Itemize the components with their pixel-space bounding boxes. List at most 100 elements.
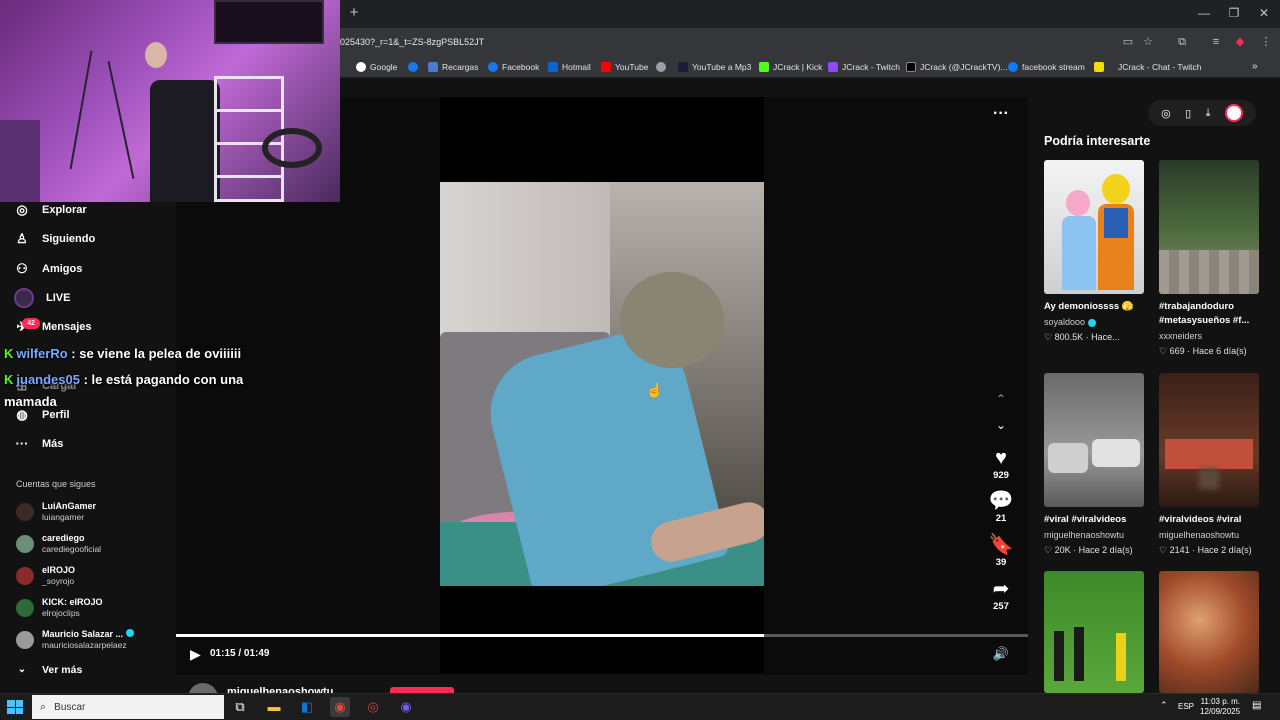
- bookmark-recargas[interactable]: Recargas: [428, 60, 478, 74]
- notifications-icon[interactable]: ▤: [1252, 700, 1261, 711]
- save-button[interactable]: 🔖 39: [986, 533, 1016, 568]
- webcam-overlay: [0, 0, 340, 202]
- tray-overflow-icon[interactable]: ⌃: [1160, 700, 1168, 711]
- restore-icon[interactable]: ❐: [1222, 4, 1246, 22]
- share-button[interactable]: ➦ 257: [986, 577, 1016, 612]
- bookmark-facebook[interactable]: Facebook: [488, 60, 539, 74]
- avatar: [16, 631, 34, 649]
- bookmark-facebook-stream[interactable]: facebook stream: [1008, 60, 1085, 74]
- video-thumbnail[interactable]: [1044, 373, 1144, 507]
- bookmark-jcrack-x[interactable]: JCrack (@JCrackTV)...: [906, 60, 1008, 74]
- taskbar-search[interactable]: ⌕ Buscar: [32, 695, 224, 719]
- recommended-card[interactable]: #viralvideos #viral miguelhenaoshowtu ♡ …: [1159, 373, 1259, 557]
- play-icon[interactable]: ▶: [190, 646, 206, 662]
- nav-live[interactable]: LIVE: [14, 287, 70, 309]
- chrome-icon[interactable]: ◉: [330, 697, 350, 717]
- bookmark-jcrack-twitch[interactable]: JCrack - Twitch: [828, 60, 900, 74]
- kick-icon: K: [4, 346, 14, 361]
- phone-icon[interactable]: ▯: [1185, 107, 1191, 120]
- coins-icon[interactable]: ◎: [1161, 107, 1171, 120]
- bookmark-hotmail[interactable]: Hotmail: [548, 60, 591, 74]
- url-field[interactable]: 025430?_r=1&_t=ZS-8zgPSBL52JT: [336, 32, 1216, 52]
- recommended-card[interactable]: #trabajandoduro #metasysueños #f... xxxn…: [1159, 160, 1259, 358]
- app-icon[interactable]: ◉: [396, 697, 416, 717]
- obs-icon[interactable]: ◎: [363, 697, 383, 717]
- recommended-card[interactable]: Ay demoniossss 🫣 soyaldooo ♡ 800.5K · Ha…: [1044, 160, 1144, 344]
- bookmark-jcrack-kick[interactable]: JCrack | Kick: [759, 60, 822, 74]
- hotmail-icon: [548, 62, 558, 72]
- video-thumbnail[interactable]: [1044, 571, 1144, 693]
- video-content[interactable]: [440, 182, 764, 586]
- avatar: [16, 503, 34, 521]
- nav-explore[interactable]: ◎ Explorar: [14, 199, 86, 221]
- comment-button[interactable]: 💬 21: [986, 489, 1016, 524]
- extensions-icon[interactable]: ⧉: [1174, 34, 1190, 50]
- heart-icon: ♥: [995, 447, 1007, 469]
- progress-fill: [176, 634, 764, 637]
- video-thumbnail[interactable]: [1044, 160, 1144, 294]
- bookmark-facebook-icon-only[interactable]: [408, 60, 418, 74]
- new-tab-button[interactable]: +: [346, 5, 362, 21]
- close-icon[interactable]: ✕: [1252, 4, 1276, 22]
- bookmark-google[interactable]: Google: [356, 60, 397, 74]
- keyboard-language[interactable]: ESP: [1178, 702, 1194, 711]
- profile-avatar-icon[interactable]: [1224, 104, 1243, 122]
- clock[interactable]: 11:03 p. m. 12/09/2025: [1200, 697, 1240, 717]
- bookmark-globe[interactable]: [656, 60, 666, 74]
- windows-start-icon[interactable]: [7, 700, 23, 714]
- compass-icon: ◎: [16, 202, 28, 217]
- comment-icon: 💬: [988, 490, 1014, 512]
- video-thumbnail[interactable]: [1159, 373, 1259, 507]
- previous-video-icon[interactable]: ⌃: [992, 392, 1010, 408]
- avatar: [16, 567, 34, 585]
- verified-icon: [125, 629, 134, 637]
- task-view-icon[interactable]: ⧉: [230, 697, 250, 717]
- bookmarks-overflow-icon[interactable]: »: [1252, 60, 1258, 74]
- kick-icon: [759, 62, 769, 72]
- volume-icon[interactable]: 🔊: [992, 646, 1010, 662]
- followed-account[interactable]: LuiAnGamer luiangamer: [16, 498, 96, 526]
- bookmark-jcrack-chat-twitch[interactable]: JCrack - Chat - Twitch: [1094, 60, 1201, 74]
- followed-account[interactable]: KICK: elROJO elrojoclips: [16, 594, 103, 622]
- bookmark-icon: 🔖: [988, 534, 1014, 556]
- like-button[interactable]: ♥ 929: [986, 446, 1016, 481]
- minimize-icon[interactable]: —: [1192, 4, 1216, 22]
- followed-account[interactable]: carediego carediegooficial: [16, 530, 101, 558]
- download-icon[interactable]: ⤓: [1206, 107, 1211, 120]
- kebab-menu-icon[interactable]: ⋮: [1258, 34, 1274, 50]
- cast-icon[interactable]: ▭: [1120, 34, 1136, 50]
- profile-extension-icon[interactable]: ◆: [1232, 34, 1248, 50]
- bookmark-youtube-mp3[interactable]: YouTube a Mp3: [678, 60, 751, 74]
- avatar: [16, 535, 34, 553]
- twitch-icon: [828, 62, 838, 72]
- video-thumbnail[interactable]: [1159, 571, 1259, 693]
- nav-more[interactable]: ··· Más: [14, 433, 64, 455]
- see-more-button[interactable]: ⌄ Ver más: [14, 659, 83, 681]
- recommended-card[interactable]: #viral #viralvideos miguelhenaoshowtu ♡ …: [1044, 373, 1144, 557]
- bookmark-youtube[interactable]: YouTube: [601, 60, 648, 74]
- video-thumbnail[interactable]: [1159, 160, 1259, 294]
- next-video-icon[interactable]: ⌄: [992, 418, 1010, 434]
- star-icon[interactable]: ☆: [1140, 34, 1156, 50]
- cursor-hand-icon: ☝: [646, 382, 664, 398]
- chat-message: KwilferRo : se viene la pelea de oviiiii…: [4, 346, 242, 361]
- more-icon: ···: [15, 436, 29, 451]
- recommended-card[interactable]: [1044, 571, 1144, 693]
- media-icon[interactable]: ≡: [1208, 34, 1224, 50]
- nav-friends[interactable]: ⚇ Amigos: [14, 258, 82, 280]
- recommended-card[interactable]: [1159, 571, 1259, 693]
- messages-badge: 42: [22, 318, 40, 329]
- file-explorer-icon[interactable]: ▬: [264, 697, 284, 717]
- chat-message-continuation: mamada: [4, 394, 57, 409]
- nav-following[interactable]: ♙ Siguiendo: [14, 228, 95, 250]
- x-icon: [906, 62, 916, 72]
- person-icon: ♙: [16, 231, 28, 246]
- facebook-icon: [488, 62, 498, 72]
- more-options-icon[interactable]: ···: [990, 104, 1012, 124]
- verified-icon: [1088, 318, 1097, 327]
- outlook-icon[interactable]: ◧: [297, 697, 317, 717]
- followed-account[interactable]: Mauricio Salazar ... mauriciosalazarpela…: [16, 626, 134, 654]
- followed-account[interactable]: elROJO _soyrojo: [16, 562, 75, 590]
- google-icon: [356, 62, 366, 72]
- avatar: [16, 599, 34, 617]
